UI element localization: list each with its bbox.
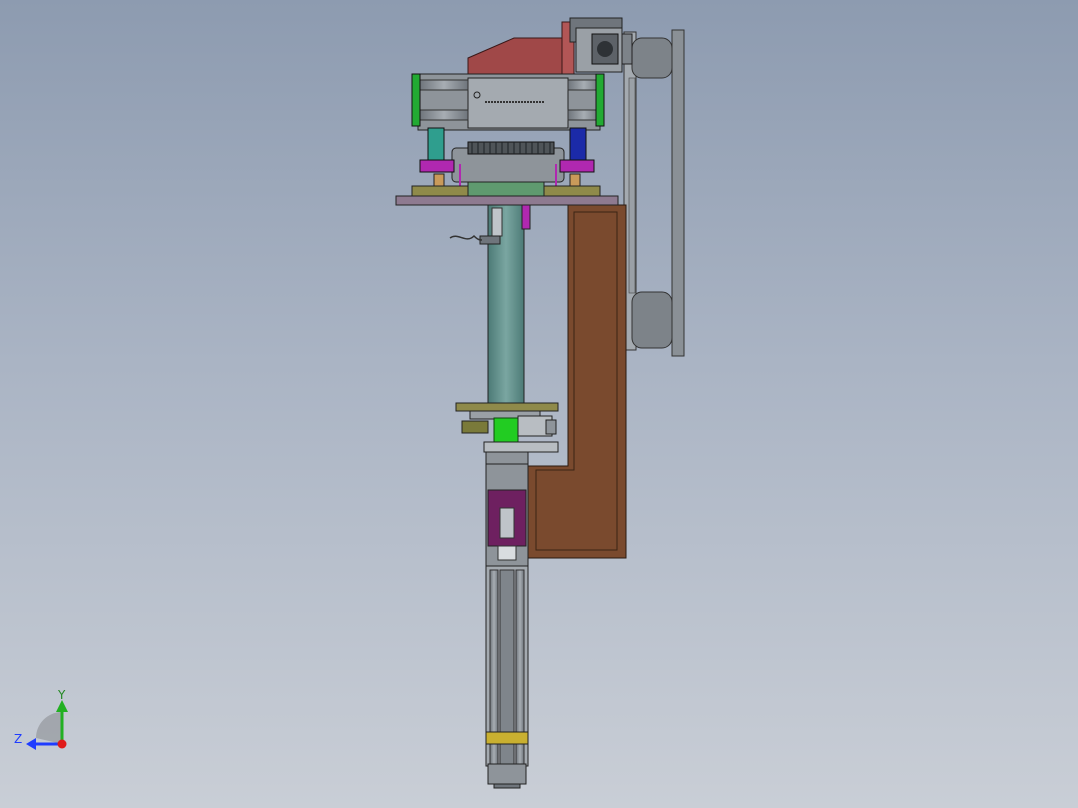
z-axis-arrow-icon [26, 738, 36, 750]
orientation-triad: Y Z [14, 688, 68, 750]
lower-slide [485, 463, 529, 569]
cad-viewport[interactable]: Y Z [0, 0, 1078, 808]
z-axis-label: Z [14, 732, 22, 746]
upper-slide-housing [411, 73, 605, 131]
bottom-rods [485, 565, 529, 789]
x-axis-origin-icon [57, 739, 67, 749]
brown-frame [527, 204, 627, 559]
mid-clamp [455, 402, 559, 465]
belt-rail-assembly [623, 29, 685, 357]
top-motor [467, 17, 633, 75]
y-axis-label: Y [57, 688, 66, 702]
main-column [449, 204, 531, 404]
